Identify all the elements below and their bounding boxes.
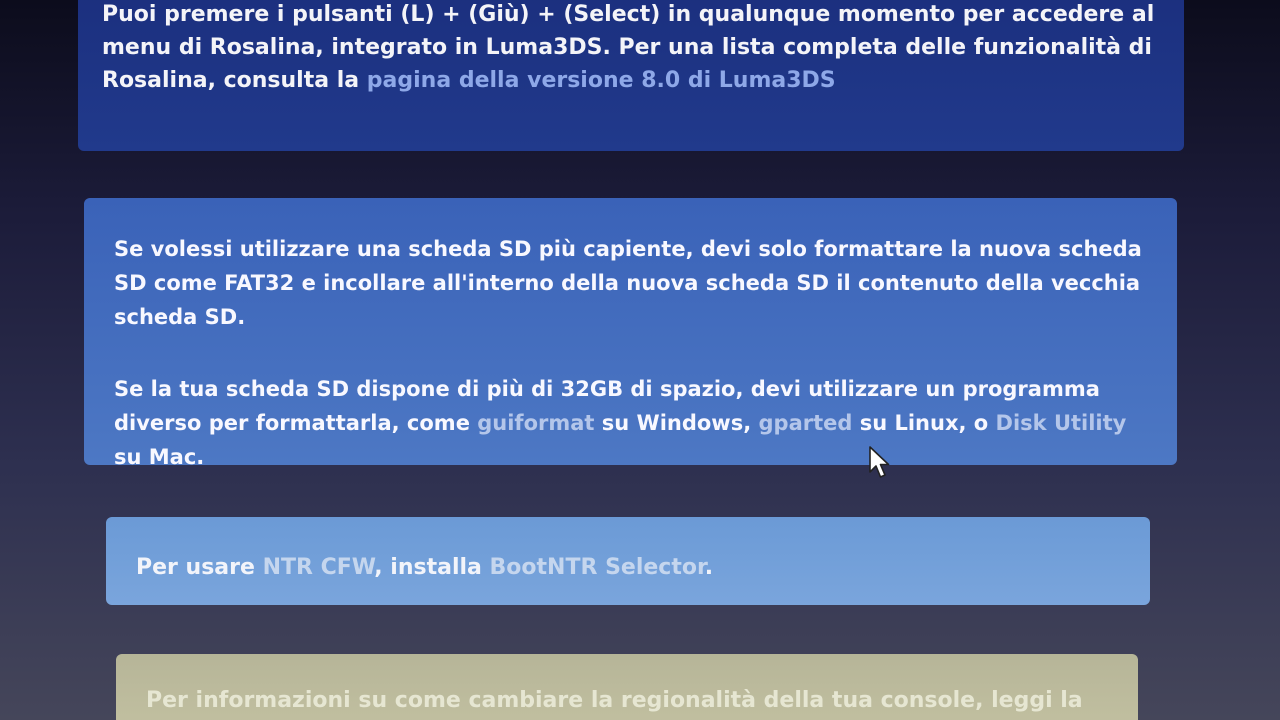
guiformat-link[interactable]: guiformat xyxy=(477,411,594,435)
bootntr-selector-link[interactable]: BootNTR Selector xyxy=(490,555,705,580)
mouse-pointer-icon xyxy=(869,446,890,478)
sd-card-paragraph-1: Se volessi utilizzare una scheda SD più … xyxy=(114,237,1142,329)
luma3ds-release-link[interactable]: pagina della versione 8.0 di Luma3DS xyxy=(367,68,836,93)
region-notice: Per informazioni su come cambiare la reg… xyxy=(116,654,1138,720)
rosalina-notice-text: Puoi premere i pulsanti (L) + (Giù) + (S… xyxy=(102,2,1155,93)
sd-card-notice: Se volessi utilizzare una scheda SD più … xyxy=(84,198,1177,469)
disk-utility-link[interactable]: Disk Utility xyxy=(996,411,1127,435)
gparted-link[interactable]: gparted xyxy=(759,411,853,435)
ntr-notice: Per usare NTR CFW, installa BootNTR Sele… xyxy=(106,517,1150,605)
ntr-cfw-link[interactable]: NTR CFW xyxy=(263,555,375,580)
region-notice-text: Per informazioni su come cambiare la reg… xyxy=(146,688,1083,713)
rosalina-notice: Puoi premere i pulsanti (L) + (Giù) + (S… xyxy=(78,0,1184,151)
ntr-notice-text: Per usare NTR CFW, installa BootNTR Sele… xyxy=(136,555,714,580)
sd-card-paragraph-2: Se la tua scheda SD dispone di più di 32… xyxy=(114,377,1127,469)
